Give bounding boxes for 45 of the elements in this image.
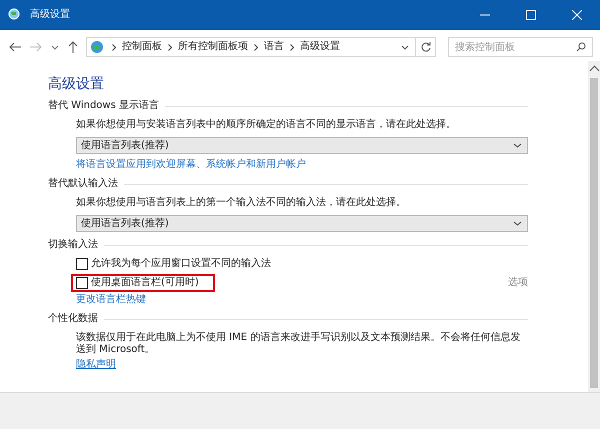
section-title: 替代 Windows 显示语言 xyxy=(48,100,159,112)
dropdown[interactable]: 使用语言列表(推荐) xyxy=(76,215,528,232)
checkbox[interactable] xyxy=(76,277,88,289)
breadcrumb[interactable]: 语言 xyxy=(264,41,284,53)
chevron-right-icon xyxy=(168,44,172,50)
chevron-down-icon[interactable] xyxy=(401,44,409,50)
chevron-right-icon xyxy=(254,44,258,50)
search-field[interactable]: 搜索控制面板 xyxy=(448,37,593,57)
breadcrumb[interactable]: 控制面板 xyxy=(122,41,162,53)
dropdown-value: 使用语言列表(推荐) xyxy=(81,218,169,230)
chevron-down-icon xyxy=(513,143,522,148)
back-icon[interactable] xyxy=(9,42,21,52)
refresh-button[interactable] xyxy=(416,37,436,57)
link[interactable]: 隐私声明 xyxy=(76,359,116,370)
breadcrumb[interactable]: 所有控制面板项 xyxy=(178,41,248,53)
description-text: 如果你想使用与安装语言列表中的顺序所确定的语言不同的显示语言，请在此处选择。 xyxy=(76,118,457,132)
scrollbar[interactable] xyxy=(588,61,600,392)
address-bar[interactable]: 控制面板 所有控制面板项 语言 高级设置 xyxy=(86,37,416,57)
globe-icon xyxy=(90,40,104,54)
chevron-right-icon xyxy=(290,44,294,50)
page-heading: 高级设置 xyxy=(48,75,105,93)
options-link[interactable]: 选项 xyxy=(508,277,528,289)
section-title: 替代默认输入法 xyxy=(48,178,118,190)
chevron-down-icon xyxy=(513,221,522,226)
checkbox-label[interactable]: 允许我为每个应用窗口设置不同的输入法 xyxy=(91,258,271,270)
chevron-down-icon[interactable] xyxy=(51,44,59,50)
description-text: 如果你想使用与语言列表上的第一个输入法不同的输入法，请在此处选择。 xyxy=(76,196,407,210)
section-title: 个性化数据 xyxy=(48,313,98,325)
dropdown[interactable]: 使用语言列表(推荐) xyxy=(76,137,528,154)
chevron-right-icon xyxy=(112,44,116,50)
breadcrumb[interactable]: 高级设置 xyxy=(300,41,340,53)
section-title: 切换输入法 xyxy=(48,239,98,251)
globe-icon xyxy=(8,8,22,22)
window-title: 高级设置 xyxy=(30,9,70,21)
refresh-icon xyxy=(420,42,430,52)
search-icon xyxy=(576,42,586,52)
up-icon[interactable] xyxy=(68,41,78,53)
checkbox[interactable] xyxy=(76,258,88,270)
close-icon xyxy=(572,10,582,20)
checkbox-label[interactable]: 使用桌面语言栏(可用时) xyxy=(91,277,199,289)
link[interactable]: 更改语言栏热键 xyxy=(76,293,528,310)
dropdown-value: 使用语言列表(推荐) xyxy=(81,140,169,152)
description-text: 该数据仅用于在此电脑上为不使用 IME 的语言来改进手写识别以及文本预测结果。不会将任何信息发送到 Microsoft。 xyxy=(76,330,522,357)
link[interactable]: 将语言设置应用到欢迎屏幕、系统帐户和新用户帐户 xyxy=(76,158,528,175)
maximize-icon xyxy=(526,10,536,20)
